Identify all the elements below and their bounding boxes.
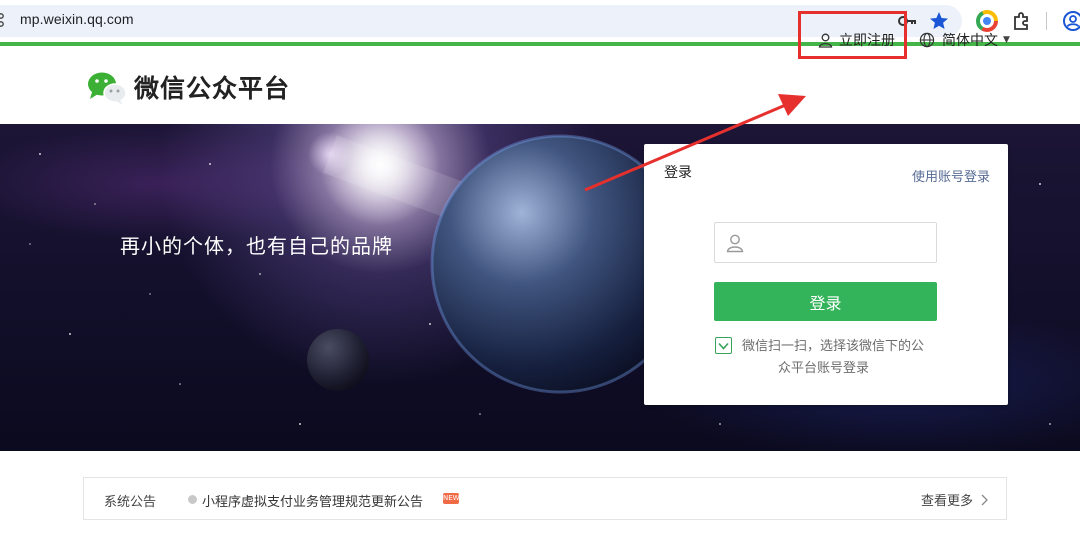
profile-avatar-icon[interactable] — [1061, 9, 1080, 33]
register-button[interactable]: 立即注册 — [818, 30, 895, 50]
login-button[interactable]: 登录 — [714, 282, 937, 321]
site-logo-text[interactable]: 微信公众平台 — [134, 69, 290, 105]
chevron-down-icon: ▼ — [1003, 35, 1010, 45]
banner-slogan: 再小的个体，也有自己的品牌 — [120, 234, 393, 258]
notice-title-link[interactable]: 小程序虚拟支付业务管理规范更新公告 — [202, 491, 423, 510]
browser-toolbar: mp.weixin.qq.com — [0, 0, 1080, 42]
login-title: 登录 — [664, 165, 692, 181]
globe-icon — [919, 32, 935, 48]
chevron-right-icon — [981, 494, 988, 505]
system-notice-bar: 系统公告 小程序虚拟支付业务管理规范更新公告 NEW 查看更多 — [83, 477, 1007, 520]
register-label: 立即注册 — [839, 33, 895, 49]
notice-label: 系统公告 — [104, 495, 157, 510]
scan-login-checkbox[interactable] — [715, 337, 732, 354]
scan-hint-line-1: 微信扫一扫，选择该微信下的公 — [742, 339, 925, 354]
url-text[interactable]: mp.weixin.qq.com — [20, 11, 134, 27]
view-more-label: 查看更多 — [920, 494, 973, 509]
language-label: 简体中文 — [942, 33, 998, 49]
notice-bullet-icon — [188, 495, 197, 504]
user-icon — [726, 234, 744, 252]
extensions-puzzle-icon[interactable] — [1010, 9, 1034, 33]
wechat-logo-icon[interactable] — [86, 70, 128, 106]
account-field[interactable] — [714, 222, 937, 263]
scan-login-hint: 微信扫一扫，选择该微信下的公 众平台账号登录 — [742, 336, 942, 380]
site-info-icon[interactable] — [0, 12, 8, 28]
account-input[interactable] — [753, 234, 933, 251]
toolbar-divider — [1046, 12, 1047, 30]
scan-hint-line-2: 众平台账号登录 — [778, 361, 870, 376]
site-header: 微信公众平台 — [0, 46, 1080, 124]
new-badge: NEW — [443, 493, 460, 504]
language-selector[interactable]: 简体中文 ▼ — [919, 30, 1010, 50]
view-more-link[interactable]: 查看更多 — [921, 490, 988, 509]
account-login-link[interactable]: 使用账号登录 — [912, 166, 990, 185]
check-icon — [718, 342, 729, 350]
login-panel: 登录 使用账号登录 登录 微信扫一扫，选择该微信下的公 众平台账号登录 — [644, 144, 1008, 405]
user-icon — [818, 33, 833, 48]
bookmark-star-icon[interactable] — [928, 10, 950, 32]
